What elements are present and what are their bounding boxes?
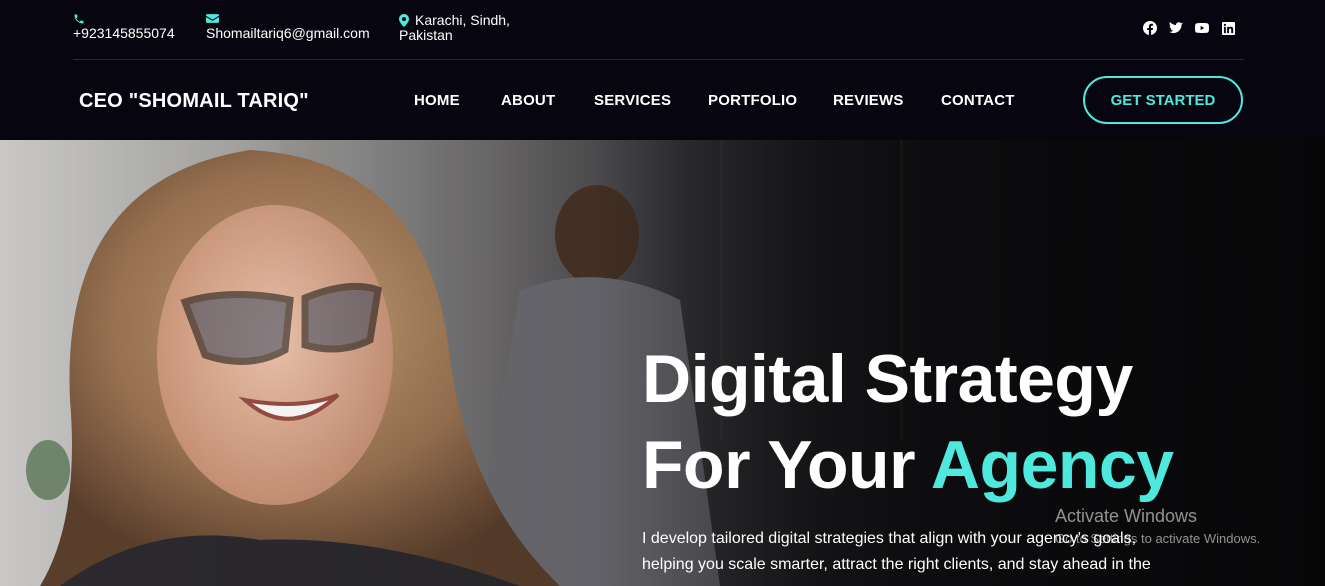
linkedin-icon[interactable] [1221,21,1235,35]
nav-about[interactable]: ABOUT [501,92,555,109]
nav-portfolio[interactable]: PORTFOLIO [708,92,797,109]
hero-title-line-1: Digital Strategy [642,341,1133,417]
nav-contact[interactable]: CONTACT [941,92,1015,109]
twitter-icon[interactable] [1169,21,1183,35]
phone-number: +923145855074 [73,25,175,41]
windows-activation-watermark: Activate Windows Go to Settings to activ… [1055,506,1260,546]
location-line-2: Pakistan [399,27,453,43]
contact-location: Karachi, Sindh, Pakistan [399,13,510,43]
location-line-1: Karachi, Sindh, [415,12,510,28]
hero-title-prefix: For Your [642,427,931,503]
hero-title: Digital Strategy For Your Agency [642,336,1174,508]
contact-email[interactable]: Shomailtariq6@gmail.com [206,13,370,41]
site-brand[interactable]: CEO "SHOMAIL TARIQ" [79,90,309,113]
hero-title-line-2: For Your Agency [642,422,1174,508]
contact-phone[interactable]: +923145855074 [73,13,175,41]
get-started-button[interactable]: GET STARTED [1083,76,1243,124]
youtube-icon[interactable] [1195,21,1209,35]
email-address: Shomailtariq6@gmail.com [206,25,370,41]
hero-title-accent: Agency [930,427,1174,503]
nav-reviews[interactable]: REVIEWS [833,92,904,109]
social-links [1143,21,1235,35]
watermark-subtitle: Go to Settings to activate Windows. [1055,531,1261,546]
hero-description-line-2: helping you scale smarter, attract the r… [642,556,1151,573]
main-navbar: CEO "SHOMAIL TARIQ" HOME ABOUT SERVICES … [0,60,1325,140]
nav-services[interactable]: SERVICES [594,92,671,109]
hero-section: Digital Strategy For Your Agency I devel… [0,140,1325,586]
facebook-icon[interactable] [1143,21,1157,35]
map-pin-icon [399,14,409,27]
watermark-title: Activate Windows [1055,506,1198,526]
top-contact-bar: +923145855074 Shomailtariq6@gmail.com Ka… [0,0,1325,60]
nav-home[interactable]: HOME [414,92,460,109]
